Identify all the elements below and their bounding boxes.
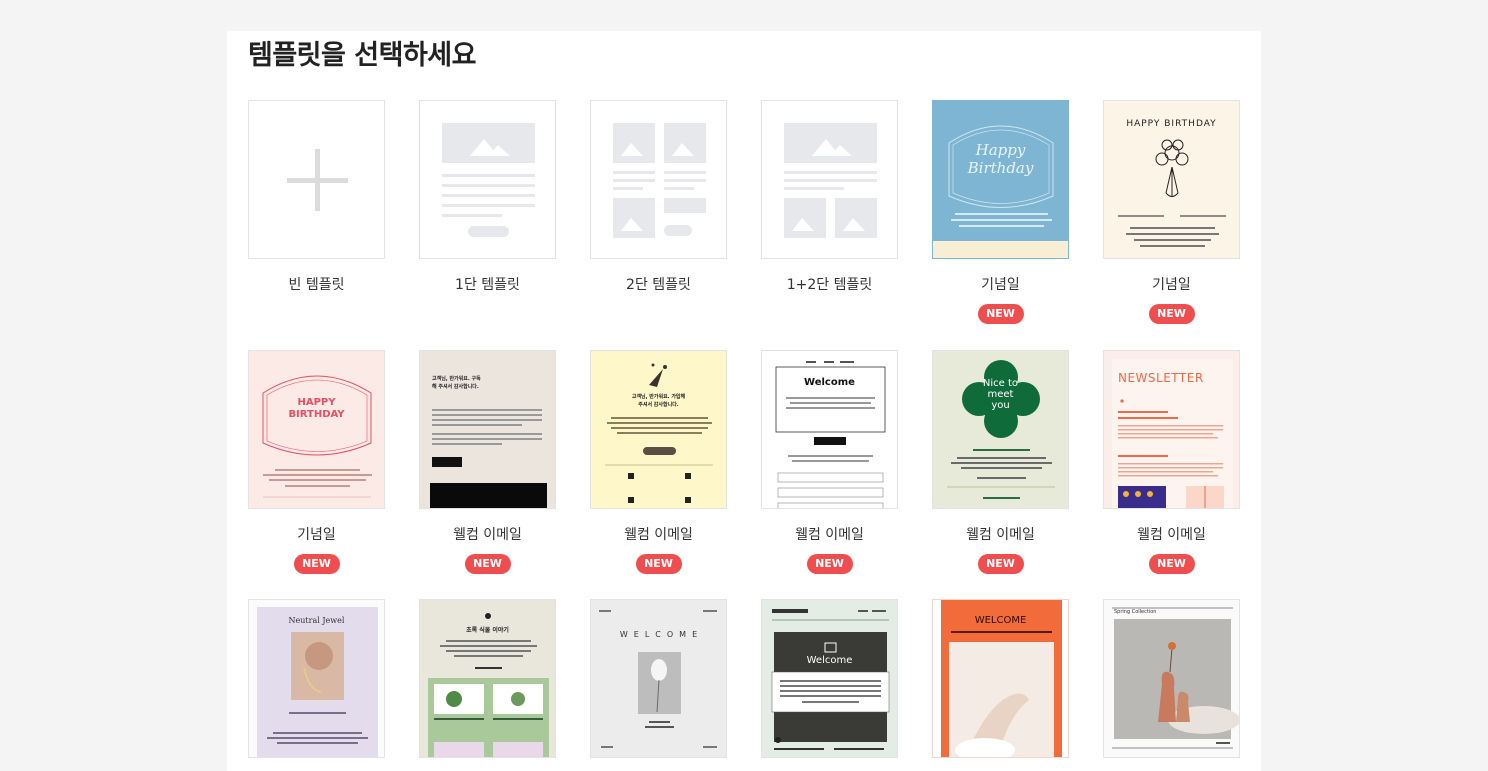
thumb-title: Welcome	[806, 655, 853, 666]
template-thumbnail[interactable]	[248, 100, 385, 259]
template-thumbnail[interactable]: 고객님, 반가워요. 가입해 주셔서 감사합니다.	[590, 350, 727, 509]
template-label: 웰컴 이메일	[795, 527, 864, 543]
template-card-2col[interactable]: 2단 템플릿	[590, 100, 727, 295]
template-label: 웰컴 이메일	[966, 527, 1035, 543]
template-label: 기념일	[1152, 277, 1191, 293]
template-thumbnail[interactable]: HAPPY BIRTHDAY	[1103, 100, 1240, 259]
thumb-title: NEWSLETTER	[1118, 371, 1204, 385]
template-card-welcome-orange[interactable]: WELCOME	[932, 599, 1069, 758]
template-label: 2단 템플릿	[626, 277, 691, 293]
page-title: 템플릿을 선택하세요	[248, 40, 476, 71]
template-label: 기념일	[981, 277, 1020, 293]
template-thumbnail[interactable]: 초록 식물 이야기	[419, 599, 556, 758]
template-card-anniversary-pink[interactable]: HAPPY BIRTHDAY 기념일 NEW	[248, 350, 385, 574]
new-badge: NEW	[977, 554, 1024, 574]
template-card-welcome-white[interactable]: Welcome 웰컴 이메일 NEW	[761, 350, 898, 574]
thumb-title: Nice to meet you	[982, 378, 1019, 411]
new-badge: NEW	[293, 554, 340, 574]
template-thumbnail[interactable]	[761, 100, 898, 259]
new-badge: NEW	[806, 554, 853, 574]
template-thumbnail[interactable]: WELCOME	[932, 599, 1069, 758]
template-card-welcome-newsletter[interactable]: NEWSLETTER 웰컴 이메일 NEW	[1103, 350, 1240, 574]
email-body-preview	[775, 361, 886, 508]
thumb-title: Happy Birthday	[967, 141, 1034, 177]
template-card-1col[interactable]: 1단 템플릿	[419, 100, 556, 295]
birthday-frame-image	[933, 125, 1068, 258]
template-card-welcome-beige[interactable]: 고객님, 반가워요. 구독해 주셔서 감사합니다. 웰컴 이메일 NEW	[419, 350, 556, 574]
template-thumbnail[interactable]: Welcome	[761, 350, 898, 509]
template-card-plant-story[interactable]: 초록 식물 이야기	[419, 599, 556, 758]
template-thumbnail[interactable]	[419, 100, 556, 259]
template-label: 빈 템플릿	[288, 277, 345, 293]
new-badge: NEW	[977, 304, 1024, 324]
template-thumbnail[interactable]: Happy Birthday	[932, 100, 1069, 259]
thumb-title: 초록 식물 이야기	[466, 627, 509, 634]
layout-1col-icon	[442, 123, 535, 237]
thumb-title: WELCOME	[974, 615, 1027, 626]
template-card-welcome-yellow[interactable]: 고객님, 반가워요. 가입해 주셔서 감사합니다. 웰컴 이메일 NEW	[590, 350, 727, 574]
template-thumbnail[interactable]: Spring Collection	[1103, 599, 1240, 758]
template-card-welcome-gray[interactable]: WELCOME	[590, 599, 727, 758]
template-card-anniversary-cream[interactable]: HAPPY BIRTHDAY 기념일 NEW	[1103, 100, 1240, 324]
template-thumbnail[interactable]: WELCOME	[590, 599, 727, 758]
plant-photo-image	[428, 613, 549, 757]
template-label: 웰컴 이메일	[624, 527, 693, 543]
template-card-spring-collection[interactable]: Spring Collection	[1103, 599, 1240, 758]
template-card-anniversary-blue[interactable]: Happy Birthday 기념일 NEW	[932, 100, 1069, 324]
newsletter-preview	[771, 609, 890, 750]
template-label: 웰컴 이메일	[453, 527, 522, 543]
template-label: 1단 템플릿	[455, 277, 520, 293]
vase-photo-image	[1112, 607, 1239, 749]
template-thumbnail[interactable]: Welcome	[761, 599, 898, 758]
template-card-newsletter-sage[interactable]: Welcome	[761, 599, 898, 758]
layout-2col-icon	[613, 123, 706, 238]
template-thumbnail[interactable]: Neutral Jewel	[248, 599, 385, 758]
thumb-title: HAPPY BIRTHDAY	[288, 397, 345, 420]
thumb-title: 고객님, 반가워요. 구독해 주셔서 감사합니다.	[432, 376, 481, 390]
template-thumbnail[interactable]: 고객님, 반가워요. 구독해 주셔서 감사합니다.	[419, 350, 556, 509]
birthday-frame-image	[262, 375, 372, 498]
layout-1plus2col-icon	[784, 123, 877, 238]
thumb-title: HAPPY BIRTHDAY	[1126, 119, 1217, 129]
thumb-title: WELCOME	[619, 630, 704, 639]
thumb-title: Spring Collection	[1114, 609, 1157, 615]
template-label: 웰컴 이메일	[1137, 527, 1206, 543]
flower-photo-image	[599, 610, 717, 748]
template-label: 기념일	[297, 527, 336, 543]
new-badge: NEW	[635, 554, 682, 574]
thumb-title: 고객님, 반가워요. 가입해 주셔서 감사합니다.	[631, 394, 686, 408]
template-thumbnail[interactable]: NEWSLETTER	[1103, 350, 1240, 509]
template-thumbnail[interactable]	[590, 100, 727, 259]
template-card-welcome-green[interactable]: Nice to meet you 웰컴 이메일 NEW	[932, 350, 1069, 574]
template-card-neutral-jewel[interactable]: Neutral Jewel	[248, 599, 385, 758]
clover-shape-image	[947, 360, 1055, 499]
new-badge: NEW	[1148, 554, 1195, 574]
thumb-title: Neutral Jewel	[288, 616, 345, 625]
thumb-title: Welcome	[804, 377, 855, 388]
template-card-1plus2col[interactable]: 1+2단 템플릿	[761, 100, 898, 295]
new-badge: NEW	[464, 554, 511, 574]
plus-icon	[287, 149, 348, 211]
template-thumbnail[interactable]: Nice to meet you	[932, 350, 1069, 509]
new-badge: NEW	[1148, 304, 1195, 324]
party-popper-image	[605, 363, 713, 503]
template-panel: 템플릿을 선택하세요 빈 템플릿 1단 템플릿 2단 템플릿 1+2단 템플릿 …	[227, 31, 1261, 771]
template-card-blank[interactable]: 빈 템플릿	[248, 100, 385, 295]
template-thumbnail[interactable]: HAPPY BIRTHDAY	[248, 350, 385, 509]
template-label: 1+2단 템플릿	[786, 277, 873, 293]
